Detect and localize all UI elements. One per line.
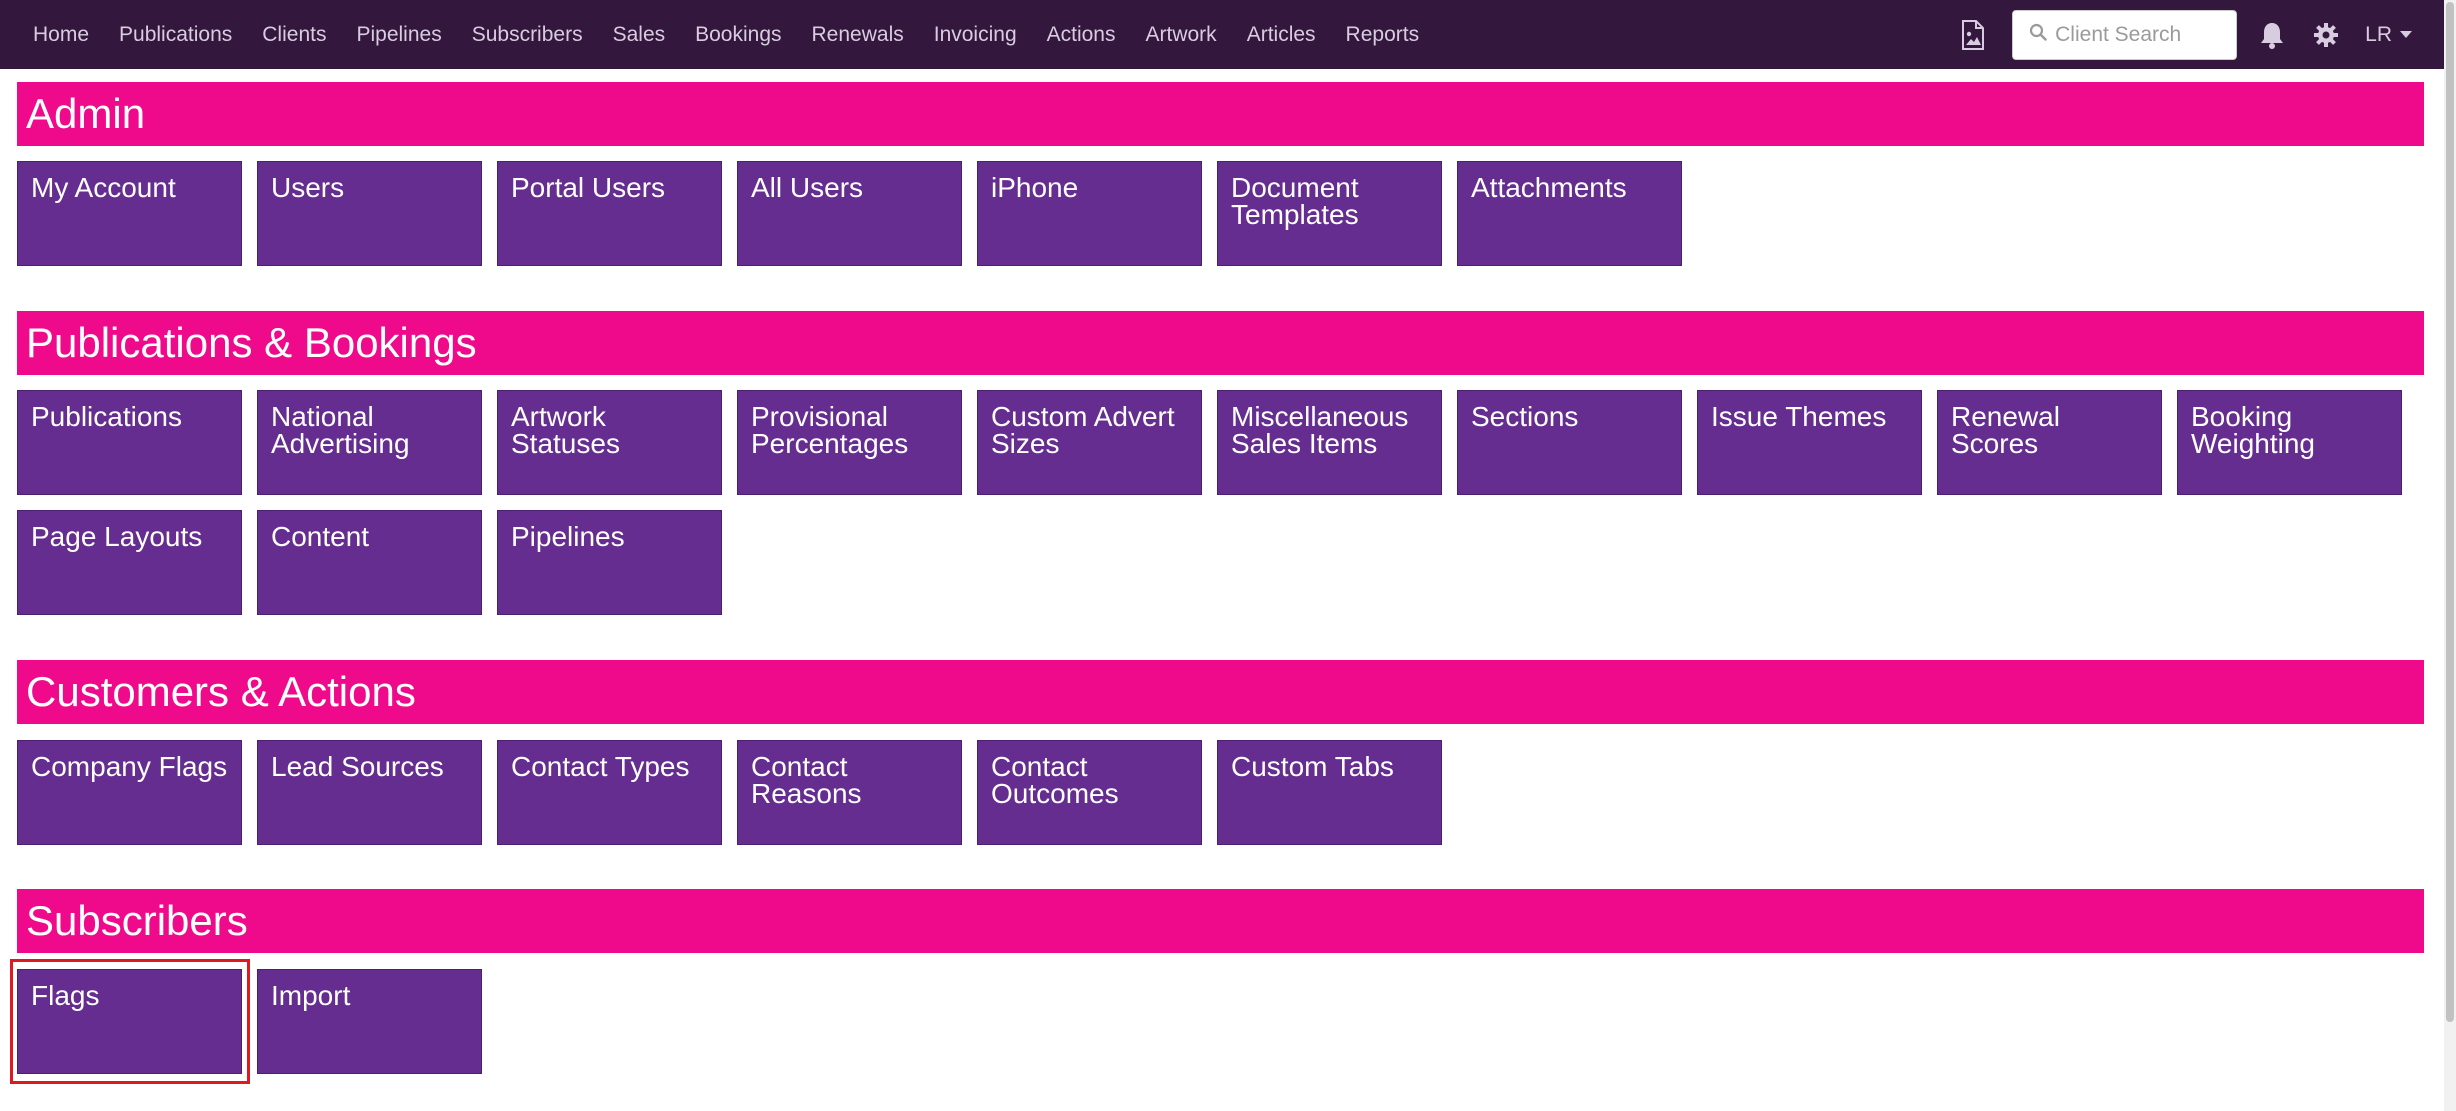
tile-label: Renewal Scores <box>1951 401 2060 459</box>
tile-contact-reasons[interactable]: Contact Reasons <box>737 740 962 845</box>
tile-label: Provisional Percentages <box>751 401 909 459</box>
tile-booking-weighting[interactable]: Booking Weighting <box>2177 390 2402 495</box>
tile-issue-themes[interactable]: Issue Themes <box>1697 390 1922 495</box>
tile-renewal-scores[interactable]: Renewal Scores <box>1937 390 2162 495</box>
tile-flags[interactable]: Flags <box>17 969 242 1074</box>
tile-label: Document Templates <box>1231 172 1359 230</box>
tile-label: My Account <box>31 172 176 203</box>
nav-renewals[interactable]: Renewals <box>812 23 904 47</box>
user-initials: LR <box>2365 22 2392 46</box>
tile-label: Company Flags <box>31 751 228 782</box>
tile-portal-users[interactable]: Portal Users <box>497 161 722 266</box>
tile-label: Flags <box>31 980 100 1011</box>
nav-bookings[interactable]: Bookings <box>695 23 781 47</box>
page-scrollbar[interactable] <box>2444 0 2456 1111</box>
tile-custom-advert-sizes[interactable]: Custom Advert Sizes <box>977 390 1202 495</box>
nav-actions[interactable]: Actions <box>1047 23 1116 47</box>
tile-document-templates[interactable]: Document Templates <box>1217 161 1442 266</box>
nav-clients[interactable]: Clients <box>262 23 326 47</box>
tile-company-flags[interactable]: Company Flags <box>17 740 242 845</box>
tile-label: National Advertising <box>271 401 410 459</box>
tile-publications[interactable]: Publications <box>17 390 242 495</box>
section-publications-title: Publications & Bookings <box>17 311 2424 375</box>
tile-label: Publications <box>31 401 182 432</box>
caret-down-icon <box>2400 31 2412 38</box>
tile-label: Miscellaneous Sales Items <box>1231 401 1409 459</box>
search-icon <box>2029 23 2047 46</box>
tile-label: Artwork Statuses <box>511 401 620 459</box>
tile-contact-outcomes[interactable]: Contact Outcomes <box>977 740 1202 845</box>
tile-label: Contact Types <box>511 751 690 782</box>
nav-pipelines[interactable]: Pipelines <box>356 23 441 47</box>
tile-custom-tabs[interactable]: Custom Tabs <box>1217 740 1442 845</box>
tile-label: iPhone <box>991 172 1079 203</box>
client-search-input[interactable] <box>2053 21 2234 48</box>
nav-sales[interactable]: Sales <box>613 23 666 47</box>
nav-articles[interactable]: Articles <box>1247 23 1316 47</box>
nav-right: LR <box>1956 0 2432 69</box>
bell-icon[interactable] <box>2255 18 2289 52</box>
tile-label: Sections <box>1471 401 1579 432</box>
nav-reports[interactable]: Reports <box>1346 23 1420 47</box>
image-document-icon[interactable] <box>1956 18 1990 52</box>
tile-label: Portal Users <box>511 172 666 203</box>
tile-content[interactable]: Content <box>257 510 482 615</box>
tile-label: Lead Sources <box>271 751 444 782</box>
tile-label: Contact Reasons <box>751 751 862 809</box>
nav-invoicing[interactable]: Invoicing <box>934 23 1017 47</box>
tile-iphone[interactable]: iPhone <box>977 161 1202 266</box>
nav-artwork[interactable]: Artwork <box>1146 23 1217 47</box>
nav-subscribers[interactable]: Subscribers <box>472 23 583 47</box>
tile-label: All Users <box>751 172 864 203</box>
section-customers-title: Customers & Actions <box>17 660 2424 724</box>
tile-label: Attachments <box>1471 172 1627 203</box>
tile-label: Issue Themes <box>1711 401 1887 432</box>
tile-label: Custom Advert Sizes <box>991 401 1175 459</box>
scrollbar-thumb[interactable] <box>2446 2 2454 1022</box>
tile-label: Content <box>271 521 370 552</box>
tile-miscellaneous-sales-items[interactable]: Miscellaneous Sales Items <box>1217 390 1442 495</box>
tile-pipelines[interactable]: Pipelines <box>497 510 722 615</box>
tile-sections[interactable]: Sections <box>1457 390 1682 495</box>
gear-icon[interactable] <box>2309 18 2343 52</box>
tile-lead-sources[interactable]: Lead Sources <box>257 740 482 845</box>
tile-my-account[interactable]: My Account <box>17 161 242 266</box>
tile-label: Page Layouts <box>31 521 203 552</box>
tile-users[interactable]: Users <box>257 161 482 266</box>
tile-label: Custom Tabs <box>1231 751 1394 782</box>
tile-label: Import <box>271 980 351 1011</box>
tile-label: Pipelines <box>511 521 625 552</box>
section-subscribers-title: Subscribers <box>17 889 2424 953</box>
tile-page-layouts[interactable]: Page Layouts <box>17 510 242 615</box>
tile-label: Contact Outcomes <box>991 751 1119 809</box>
user-menu[interactable]: LR <box>2365 23 2412 47</box>
tile-label: Booking Weighting <box>2191 401 2316 459</box>
tile-provisional-percentages[interactable]: Provisional Percentages <box>737 390 962 495</box>
tile-attachments[interactable]: Attachments <box>1457 161 1682 266</box>
client-search-box[interactable] <box>2012 9 2238 60</box>
section-admin-title: Admin <box>17 82 2424 146</box>
tile-import[interactable]: Import <box>257 969 482 1074</box>
nav-home[interactable]: Home <box>33 23 89 47</box>
tile-contact-types[interactable]: Contact Types <box>497 740 722 845</box>
tile-artwork-statuses[interactable]: Artwork Statuses <box>497 390 722 495</box>
tile-national-advertising[interactable]: National Advertising <box>257 390 482 495</box>
nav-publications[interactable]: Publications <box>119 23 232 47</box>
top-navbar: Home Publications Clients Pipelines Subs… <box>0 0 2444 69</box>
tile-all-users[interactable]: All Users <box>737 161 962 266</box>
nav-links: Home Publications Clients Pipelines Subs… <box>33 0 1449 69</box>
tile-label: Users <box>271 172 345 203</box>
